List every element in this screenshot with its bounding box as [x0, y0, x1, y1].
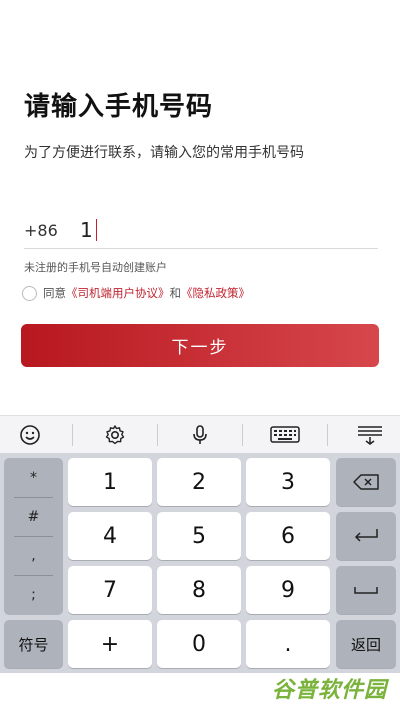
watermark: 谷普软件园 — [272, 678, 388, 703]
backspace-icon — [353, 474, 379, 490]
key-4[interactable]: 4 — [68, 512, 152, 560]
numeric-keyboard: * # , ; 1 2 3 4 5 6 7 8 9 符号 + 0 . 返回 — [0, 453, 400, 673]
return-key[interactable]: 返回 — [336, 620, 396, 668]
symbol-switch-key[interactable]: 符号 — [4, 620, 63, 668]
key-plus[interactable]: + — [68, 620, 152, 668]
enter-icon — [354, 529, 378, 542]
toolbar-divider — [157, 424, 158, 446]
key-0[interactable]: 0 — [157, 620, 241, 668]
space-icon — [354, 587, 378, 594]
page-subtitle: 为了方便进行联系，请输入您的常用手机号码 — [24, 145, 304, 161]
agreement-row: 同意 《司机端用户协议》 和 《隐私政策》 — [22, 285, 250, 301]
phone-input-row[interactable]: +86 1 — [24, 212, 378, 249]
key-7[interactable]: 7 — [68, 566, 152, 614]
page-title: 请输入手机号码 — [24, 92, 214, 122]
register-hint: 未注册的手机号自动创建账户 — [24, 261, 167, 274]
text-caret — [95, 219, 98, 241]
toolbar-divider — [72, 424, 73, 446]
settings-gear-icon[interactable] — [97, 420, 133, 450]
user-agreement-link[interactable]: 《司机端用户协议》 — [66, 285, 170, 301]
agree-radio[interactable] — [22, 285, 37, 301]
symbol-key-hash[interactable]: # — [4, 497, 63, 536]
symbol-column[interactable]: * # , ; — [4, 458, 63, 615]
key-5[interactable]: 5 — [157, 512, 241, 560]
toolbar-divider — [327, 424, 328, 446]
key-9[interactable]: 9 — [246, 566, 330, 614]
toolbar-divider — [242, 424, 243, 446]
symbol-key-semicolon[interactable]: ; — [4, 575, 63, 614]
key-2[interactable]: 2 — [157, 458, 241, 506]
key-dot[interactable]: . — [246, 620, 330, 668]
next-step-button[interactable]: 下一步 — [21, 324, 379, 367]
enter-key[interactable] — [336, 512, 396, 560]
keyboard-toolbar — [0, 415, 400, 454]
country-code[interactable]: +86 — [24, 221, 80, 240]
key-6[interactable]: 6 — [246, 512, 330, 560]
agree-prefix: 同意 — [43, 286, 66, 300]
symbol-key-asterisk[interactable]: * — [4, 458, 63, 497]
hide-keyboard-icon[interactable] — [352, 420, 388, 450]
microphone-icon[interactable] — [182, 420, 218, 450]
symbol-key-comma[interactable]: , — [4, 536, 63, 575]
agree-mid: 和 — [169, 286, 182, 300]
keyboard-icon[interactable] — [267, 420, 303, 450]
key-3[interactable]: 3 — [246, 458, 330, 506]
phone-input[interactable]: 1 — [80, 218, 93, 242]
key-1[interactable]: 1 — [68, 458, 152, 506]
key-8[interactable]: 8 — [157, 566, 241, 614]
space-key[interactable] — [336, 566, 396, 614]
privacy-policy-link[interactable]: 《隐私政策》 — [181, 285, 250, 301]
backspace-key[interactable] — [336, 458, 396, 506]
emoji-icon[interactable] — [12, 420, 48, 450]
